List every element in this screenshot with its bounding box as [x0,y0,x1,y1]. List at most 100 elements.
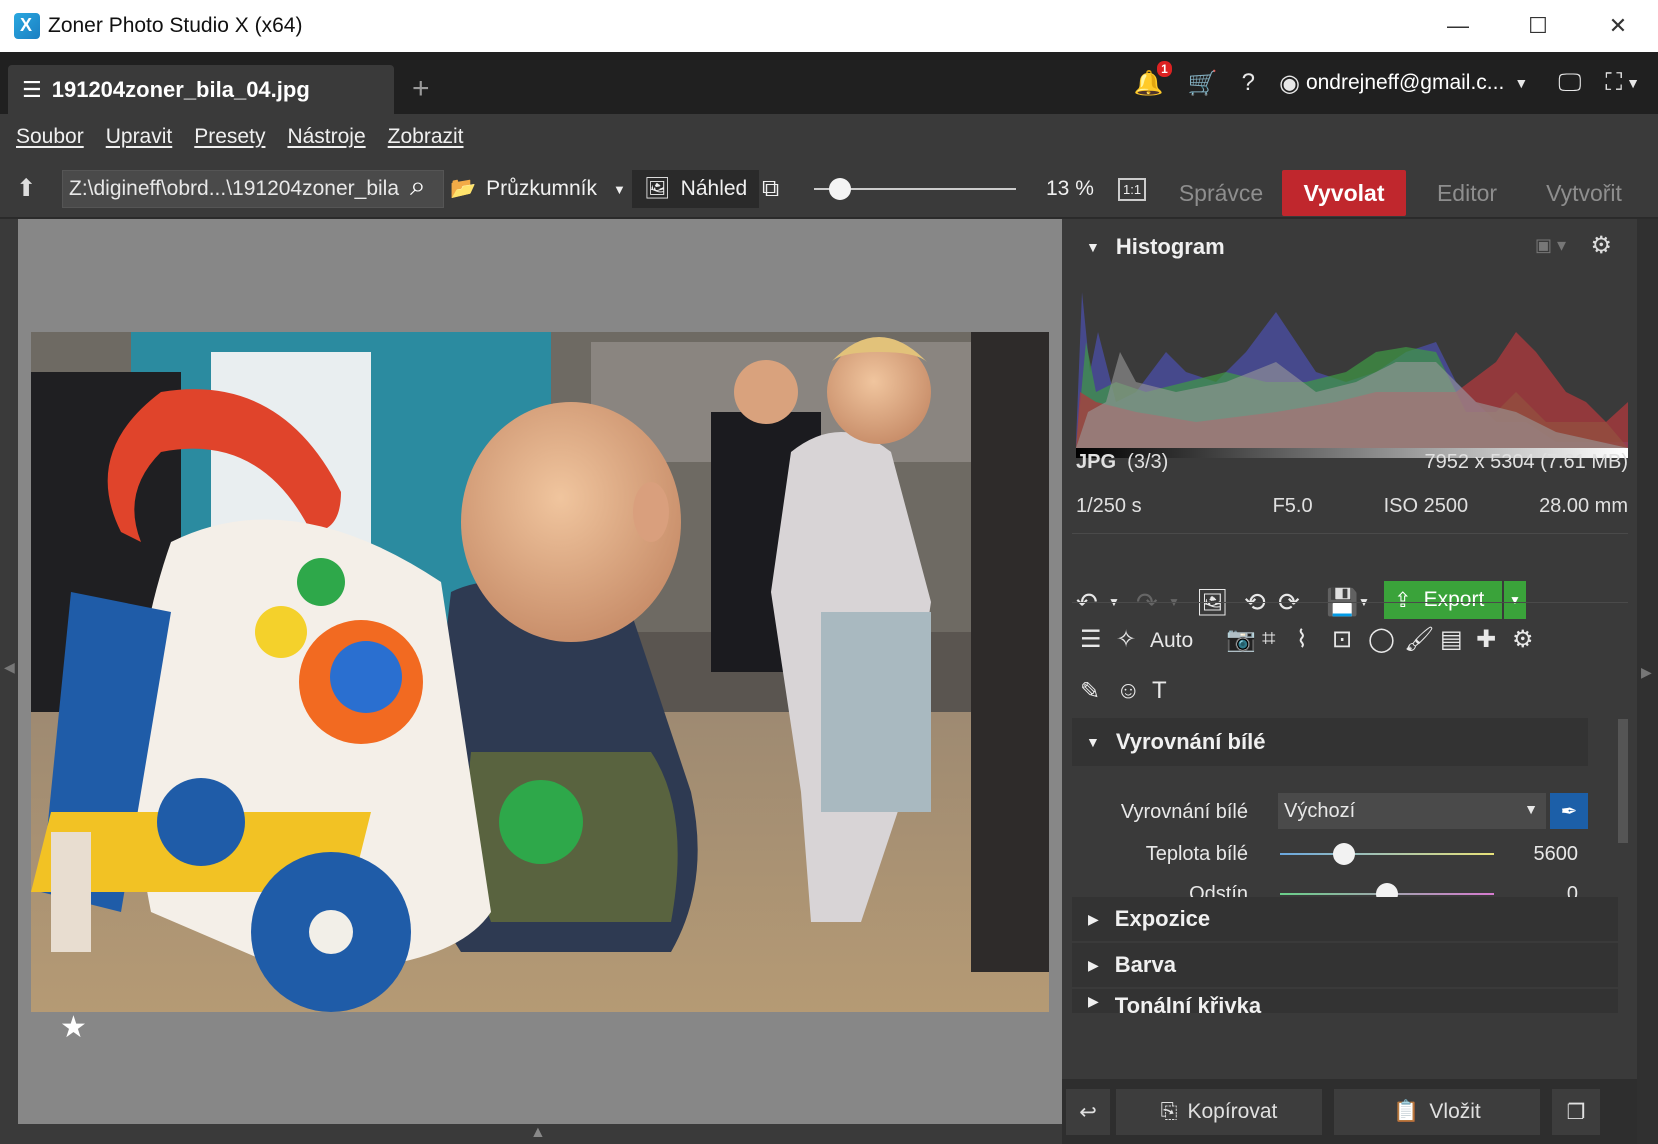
copy-label: Kopírovat [1187,1100,1278,1123]
histogram-title: Histogram [1115,234,1225,259]
aperture: F5.0 [1272,495,1313,517]
fullscreen-icon[interactable]: ⛶ [1605,69,1622,97]
maximize-button[interactable]: ☐ [1498,0,1578,52]
external-open-icon[interactable]: ⧉ [762,160,779,218]
sliders-icon: ☰ [22,76,42,102]
go-to-folder-icon[interactable]: ⬆ [16,174,36,203]
paste-label: Vložit [1429,1100,1481,1123]
bottom-panel-toggle[interactable]: ▲ [0,1124,1062,1144]
crop-icon[interactable]: ⌗ [1262,625,1276,653]
top-right-toolbar: 🔔 1 🛒 ? ◉ ondrejneff@gmail.c... ▼ 🖵 ⛶ ▼ [1122,52,1658,114]
browser-button[interactable]: 📂 Průzkumník ▼ [450,160,626,218]
mode-tab-develop[interactable]: Vyvolat [1282,170,1406,216]
expand-triangle-icon: ▶ [1088,993,1099,1009]
expand-triangle-icon: ▶ [1088,956,1099,973]
search-icon[interactable]: ⌕ [410,170,426,203]
export-dropdown-chevron-down-icon[interactable]: ▼ [1504,581,1526,619]
focal-length: 28.00 mm [1539,495,1628,517]
gradient-filter-icon[interactable]: ▤ [1440,625,1463,654]
camera-icon[interactable]: 📷 [1226,625,1256,654]
text-tool-icon[interactable]: T [1152,677,1167,705]
select-chevron-down-icon: ▼ [1524,801,1538,817]
left-panel-toggle[interactable]: ◀ [0,219,18,1144]
settings-gear-icon[interactable]: ⚙ [1590,231,1612,260]
menu-tools[interactable]: Nástroje [287,125,365,149]
right-panel-toggle[interactable]: ▶ [1637,219,1658,1144]
gear-icon[interactable]: ⚙ [1512,625,1534,654]
zoom-value: 13 % [1046,177,1094,200]
actual-size-button[interactable]: 1:1 [1118,160,1147,218]
temperature-value[interactable]: 5600 [1508,843,1579,866]
divider [1072,533,1628,534]
copy-icon: ⎘ [1160,1100,1178,1123]
expand-right-icon: ▶ [1641,664,1652,680]
radial-filter-icon[interactable]: ◯ [1368,625,1395,654]
face-mask-icon[interactable]: ☺ [1116,677,1141,705]
menu-bar: Soubor Upravit Presety Nástroje Zobrazit [0,114,1658,160]
expand-triangle-icon: ▶ [1088,910,1099,927]
help-button[interactable]: ? [1242,69,1255,97]
duplicate-icon: ❐ [1566,1100,1586,1124]
color-section-header[interactable]: ▶ Barva [1072,943,1618,987]
panel-scrollbar[interactable] [1618,719,1628,843]
photo-illustration [31,332,1049,1012]
copy-button[interactable]: ⎘ Kopírovat [1116,1089,1322,1135]
user-email[interactable]: ondrejneff@gmail.c... [1306,71,1504,95]
mode-tab-editor[interactable]: Editor [1412,170,1522,216]
main-toolbar: ⬆ Z:\digineff\obrd...\191204zoner_bila ⌕… [0,160,1658,218]
menu-view[interactable]: Zobrazit [388,125,464,149]
collapse-triangle-icon: ▼ [1086,239,1100,255]
window-title: Zoner Photo Studio X (x64) [48,14,303,37]
shopping-cart-icon[interactable]: 🛒 [1188,69,1218,98]
monitor-icon[interactable]: 🖵 [1558,69,1581,97]
menu-file[interactable]: Soubor [16,125,84,149]
fullscreen-chevron-down-icon[interactable]: ▼ [1626,75,1640,91]
develop-panel: ▼ Histogram ▣ ▾ ⚙ JPG (3/3) 7952 x 5304 … [1062,219,1637,1144]
temperature-label: Teplota bílé [1145,843,1248,865]
straighten-icon[interactable]: ⊡ [1332,625,1352,654]
magic-wand-icon[interactable]: ✧ [1116,625,1136,654]
reset-undo-button[interactable]: ↩ [1066,1089,1110,1135]
mode-tab-create[interactable]: Vytvořit [1528,170,1640,216]
wb-mode-select[interactable]: Výchozí ▼ [1278,793,1546,829]
path-field[interactable]: Z:\digineff\obrd...\191204zoner_bila [62,170,444,208]
eyedropper-icon: ✒ [1560,800,1578,823]
preview-button[interactable]: 🖼 Náhled [632,170,760,208]
document-tab[interactable]: ☰ 191204zoner_bila_04.jpg [8,65,394,114]
menu-edit[interactable]: Upravit [106,125,173,149]
camera-overlay-icon[interactable]: ▣ ▾ [1535,235,1566,256]
photo-preview[interactable] [31,332,1049,1012]
minimize-button[interactable]: — [1418,0,1498,52]
menu-presets[interactable]: Presety [194,125,265,149]
brush-icon[interactable]: 🖌 [1404,625,1434,654]
export-button[interactable]: ⇪ Export [1384,581,1502,619]
user-menu-chevron-down-icon[interactable]: ▼ [1514,75,1528,91]
file-format: JPG [1076,451,1117,473]
mode-tab-manager[interactable]: Správce [1162,170,1280,216]
adjustments-icon[interactable]: ☰ [1080,625,1102,654]
wb-mode-label: Vyrovnání bílé [1120,801,1248,823]
histogram-header[interactable]: ▼ Histogram ▣ ▾ ⚙ [1072,223,1618,271]
notifications-bell-icon[interactable]: 🔔 1 [1134,60,1172,98]
exposure-section-header[interactable]: ▶ Expozice [1072,897,1618,941]
title-bar: Zoner Photo Studio X (x64) — ☐ ✕ [0,0,1658,52]
copy-settings-button[interactable]: ❐ [1552,1089,1600,1135]
file-count: (3/3) [1127,451,1169,473]
white-balance-header[interactable]: ▼ Vyrovnání bílé [1072,718,1588,766]
perspective-icon[interactable]: ⌇ [1296,625,1308,654]
paste-button[interactable]: 📋 Vložit [1334,1089,1540,1135]
file-dimensions: 7952 x 5304 (7.61 MB) [1424,451,1628,473]
close-button[interactable]: ✕ [1578,0,1658,52]
app-logo-icon [14,13,40,39]
iso: ISO 2500 [1383,495,1469,517]
eraser-icon[interactable]: ✎ [1080,677,1100,706]
rating-star-icon[interactable]: ★ [60,1010,87,1045]
auto-button[interactable]: Auto [1150,629,1193,653]
tone-curve-section-header[interactable]: ▶ Tonální křivka [1072,989,1618,1013]
add-tab-button[interactable]: + [412,72,430,106]
healing-bandage-icon[interactable]: ✚ [1476,625,1496,654]
zoom-slider-handle[interactable] [829,178,852,200]
eyedropper-button[interactable]: ✒ [1550,793,1588,829]
temperature-slider-handle[interactable] [1333,843,1356,865]
temperature-slider-track[interactable] [1280,853,1494,855]
